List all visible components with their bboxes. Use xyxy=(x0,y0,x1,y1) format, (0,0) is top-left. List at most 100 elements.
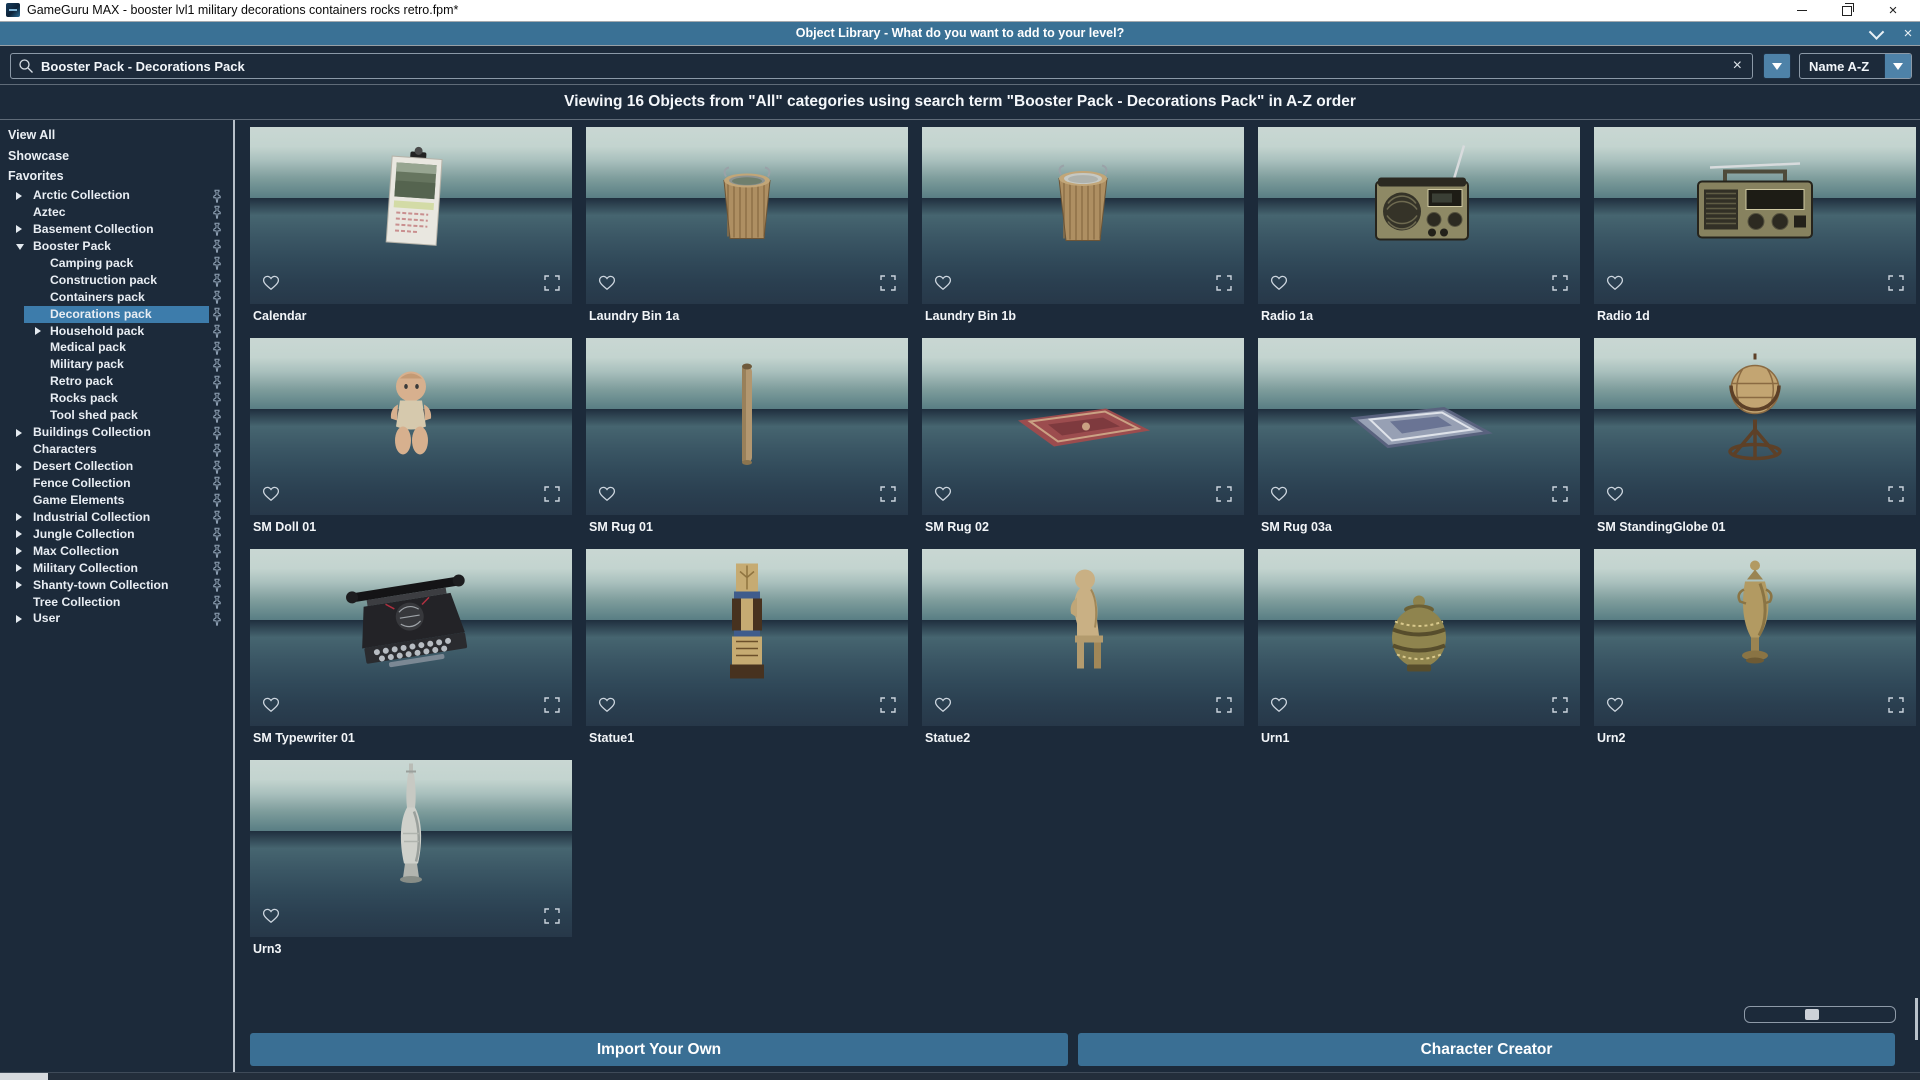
sidebar-item-max-collection[interactable]: Max Collection xyxy=(0,543,233,560)
object-thumbnail[interactable] xyxy=(922,127,1244,304)
expand-preview-icon[interactable] xyxy=(1552,697,1568,718)
thumbnail-size-slider[interactable] xyxy=(1744,1006,1896,1023)
object-thumbnail[interactable] xyxy=(1258,338,1580,515)
expand-preview-icon[interactable] xyxy=(1216,275,1232,296)
object-thumbnail[interactable] xyxy=(1594,549,1916,726)
object-tile-urn3[interactable]: Urn3 xyxy=(250,760,572,958)
expand-preview-icon[interactable] xyxy=(544,697,560,718)
chevron-collapsed-icon[interactable] xyxy=(16,530,22,538)
object-thumbnail[interactable] xyxy=(250,549,572,726)
object-thumbnail[interactable] xyxy=(586,127,908,304)
favorite-heart-icon[interactable] xyxy=(934,486,952,507)
favorite-heart-icon[interactable] xyxy=(598,697,616,718)
sidebar-item-user[interactable]: User xyxy=(0,610,233,627)
object-thumbnail[interactable] xyxy=(922,338,1244,515)
chevron-collapsed-icon[interactable] xyxy=(16,463,22,471)
clear-search-icon[interactable]: × xyxy=(1733,58,1742,74)
slider-thumb[interactable] xyxy=(1805,1009,1819,1020)
sidebar-item-tree-collection[interactable]: Tree Collection xyxy=(0,594,233,611)
favorite-heart-icon[interactable] xyxy=(262,908,280,929)
sidebar-item-containers-pack[interactable]: Containers pack xyxy=(0,289,233,306)
expand-preview-icon[interactable] xyxy=(544,486,560,507)
object-tile-sm-doll-01[interactable]: SM Doll 01 xyxy=(250,338,572,536)
favorite-heart-icon[interactable] xyxy=(262,486,280,507)
restore-button[interactable] xyxy=(1830,0,1864,21)
object-tile-radio-1a[interactable]: Radio 1a xyxy=(1258,127,1580,325)
object-tile-statue1[interactable]: Statue1 xyxy=(586,549,908,747)
sidebar-item-arctic-collection[interactable]: Arctic Collection xyxy=(0,187,233,204)
sidebar-item-tool-shed-pack[interactable]: Tool shed pack xyxy=(0,407,233,424)
chevron-collapsed-icon[interactable] xyxy=(16,547,22,555)
object-tile-radio-1d[interactable]: Radio 1d xyxy=(1594,127,1916,325)
sidebar-item-military-pack[interactable]: Military pack xyxy=(0,356,233,373)
object-thumbnail[interactable] xyxy=(1258,549,1580,726)
character-creator-button[interactable]: Character Creator xyxy=(1078,1033,1895,1066)
favorite-heart-icon[interactable] xyxy=(934,275,952,296)
pin-icon[interactable] xyxy=(212,612,222,631)
sidebar-item-showcase[interactable]: Showcase xyxy=(0,146,233,167)
import-your-own-button[interactable]: Import Your Own xyxy=(250,1033,1068,1066)
favorite-heart-icon[interactable] xyxy=(1606,486,1624,507)
search-input[interactable] xyxy=(41,59,1733,74)
sidebar-item-characters[interactable]: Characters xyxy=(0,441,233,458)
dialog-close-button[interactable]: × xyxy=(1894,22,1920,45)
minimize-button[interactable] xyxy=(1785,0,1819,21)
chevron-collapsed-icon[interactable] xyxy=(16,429,22,437)
expand-preview-icon[interactable] xyxy=(1888,486,1904,507)
favorite-heart-icon[interactable] xyxy=(1606,697,1624,718)
expand-preview-icon[interactable] xyxy=(1888,697,1904,718)
sidebar-item-game-elements[interactable]: Game Elements xyxy=(0,492,233,509)
sidebar-item-shanty-town-collection[interactable]: Shanty-town Collection xyxy=(0,577,233,594)
chevron-collapsed-icon[interactable] xyxy=(35,327,41,335)
sort-select[interactable]: Name A-Z xyxy=(1799,53,1912,79)
expand-preview-icon[interactable] xyxy=(1888,275,1904,296)
object-tile-laundry-bin-1b[interactable]: Laundry Bin 1b xyxy=(922,127,1244,325)
sidebar-item-medical-pack[interactable]: Medical pack xyxy=(0,339,233,356)
sidebar-item-decorations-pack[interactable]: Decorations pack xyxy=(0,306,233,323)
chevron-collapsed-icon[interactable] xyxy=(16,513,22,521)
sidebar-item-buildings-collection[interactable]: Buildings Collection xyxy=(0,424,233,441)
object-thumbnail[interactable] xyxy=(250,338,572,515)
object-thumbnail[interactable] xyxy=(922,549,1244,726)
favorite-heart-icon[interactable] xyxy=(262,275,280,296)
sidebar-item-desert-collection[interactable]: Desert Collection xyxy=(0,458,233,475)
expand-preview-icon[interactable] xyxy=(1216,697,1232,718)
expand-preview-icon[interactable] xyxy=(1552,486,1568,507)
object-thumbnail[interactable] xyxy=(1594,338,1916,515)
expand-preview-icon[interactable] xyxy=(544,275,560,296)
sidebar-item-fence-collection[interactable]: Fence Collection xyxy=(0,475,233,492)
favorite-heart-icon[interactable] xyxy=(262,697,280,718)
sidebar-item-construction-pack[interactable]: Construction pack xyxy=(0,272,233,289)
object-tile-laundry-bin-1a[interactable]: Laundry Bin 1a xyxy=(586,127,908,325)
chevron-expanded-icon[interactable] xyxy=(16,244,24,250)
favorite-heart-icon[interactable] xyxy=(1606,275,1624,296)
sidebar-item-favorites[interactable]: Favorites xyxy=(0,166,233,187)
sidebar-item-camping-pack[interactable]: Camping pack xyxy=(0,255,233,272)
object-tile-urn1[interactable]: Urn1 xyxy=(1258,549,1580,747)
object-tile-sm-rug-01[interactable]: SM Rug 01 xyxy=(586,338,908,536)
object-thumbnail[interactable] xyxy=(250,760,572,937)
object-tile-sm-rug-02[interactable]: SM Rug 02 xyxy=(922,338,1244,536)
object-tile-urn2[interactable]: Urn2 xyxy=(1594,549,1916,747)
scrollbar-sliver[interactable] xyxy=(1915,998,1918,1040)
chevron-collapsed-icon[interactable] xyxy=(16,225,22,233)
object-tile-sm-typewriter-01[interactable]: SM Typewriter 01 xyxy=(250,549,572,747)
expand-preview-icon[interactable] xyxy=(880,486,896,507)
dialog-collapse-button[interactable] xyxy=(1862,22,1890,45)
favorite-heart-icon[interactable] xyxy=(598,275,616,296)
favorite-heart-icon[interactable] xyxy=(598,486,616,507)
chevron-collapsed-icon[interactable] xyxy=(16,615,22,623)
object-tile-statue2[interactable]: Statue2 xyxy=(922,549,1244,747)
object-thumbnail[interactable] xyxy=(250,127,572,304)
object-tile-calendar[interactable]: Calendar xyxy=(250,127,572,325)
chevron-collapsed-icon[interactable] xyxy=(16,564,22,572)
object-thumbnail[interactable] xyxy=(1258,127,1580,304)
sidebar-item-industrial-collection[interactable]: Industrial Collection xyxy=(0,509,233,526)
sidebar-item-basement-collection[interactable]: Basement Collection xyxy=(0,221,233,238)
favorite-heart-icon[interactable] xyxy=(1270,486,1288,507)
filter-dropdown-button[interactable] xyxy=(1763,53,1791,79)
object-tile-sm-rug-03a[interactable]: SM Rug 03a xyxy=(1258,338,1580,536)
sidebar-item-rocks-pack[interactable]: Rocks pack xyxy=(0,390,233,407)
sidebar-item-military-collection[interactable]: Military Collection xyxy=(0,560,233,577)
object-tile-sm-standingglobe-01[interactable]: SM StandingGlobe 01 xyxy=(1594,338,1916,536)
